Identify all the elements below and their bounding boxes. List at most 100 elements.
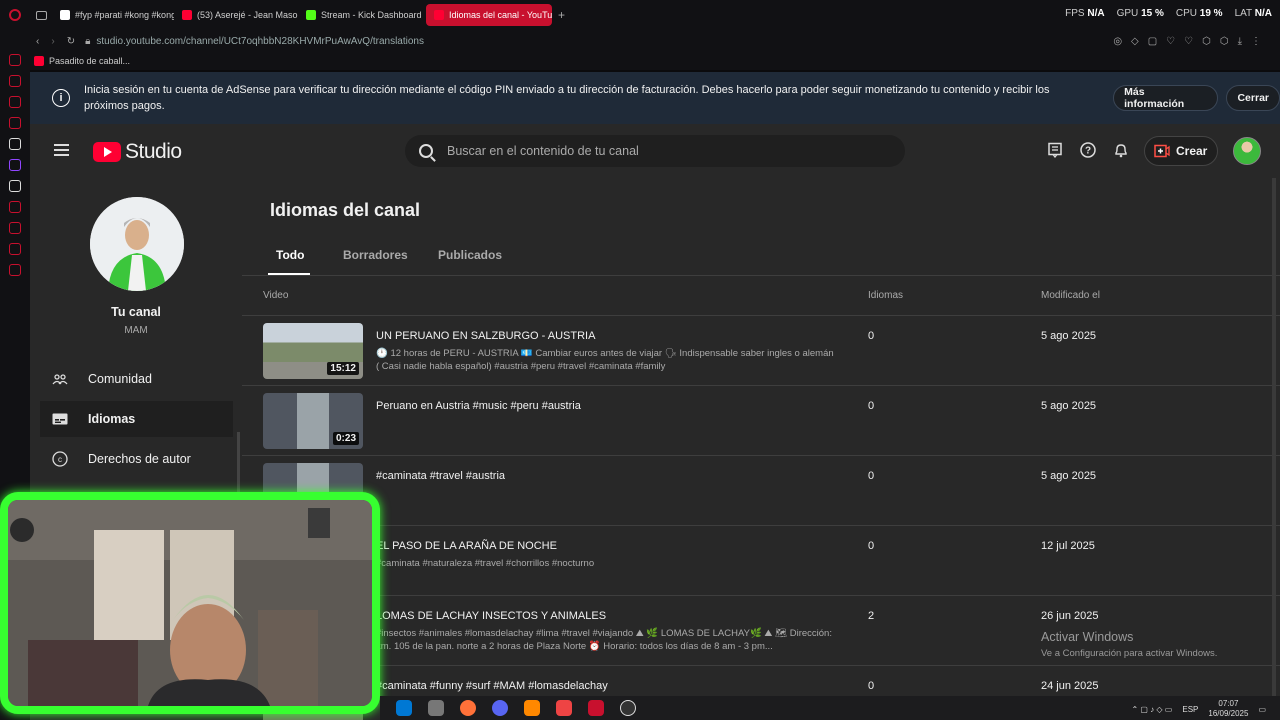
- close-banner-button[interactable]: Cerrar: [1226, 85, 1280, 111]
- channel-avatar[interactable]: [90, 197, 184, 291]
- tab-label: #fyp #parati #kong #kong: [75, 10, 174, 20]
- video-thumbnail[interactable]: 0:23: [263, 393, 363, 449]
- video-title[interactable]: #caminata #funny #surf #MAM #lomasdelach…: [376, 680, 608, 692]
- sidebar-item-derechos-de-autor[interactable]: c Derechos de autor: [40, 441, 233, 477]
- twitch-icon[interactable]: [9, 159, 21, 171]
- lock-icon: 🔒︎: [85, 35, 91, 47]
- notifications-icon[interactable]: [1113, 142, 1129, 158]
- cpu-label: CPU: [1175, 8, 1197, 19]
- feedback-icon[interactable]: [1047, 142, 1063, 158]
- browser-tab-4-active[interactable]: Idiomas del canal - YouTu: [426, 4, 552, 26]
- create-video-icon: [1154, 144, 1170, 158]
- lat-label: LAT: [1234, 8, 1252, 19]
- messenger-icon[interactable]: [9, 75, 21, 87]
- explorer-icon[interactable]: [428, 700, 444, 716]
- opera-logo-icon[interactable]: [0, 9, 30, 21]
- video-title[interactable]: EL PASO DE LA ARAÑA DE NOCHE: [376, 540, 557, 552]
- adsense-banner: i Inicia sesión en tu cuenta de AdSense …: [30, 72, 1280, 124]
- video-title[interactable]: #caminata #travel #austria: [376, 470, 505, 482]
- browser-tab-2[interactable]: (53) Aserejé - Jean Maso: [174, 4, 298, 26]
- sidebar-item-label: Idiomas: [88, 412, 136, 426]
- clock-date: 16/09/2025: [1208, 709, 1249, 718]
- reload-icon[interactable]: ↻: [67, 36, 75, 47]
- youtube-play-icon: [93, 142, 121, 162]
- workspace-icon[interactable]: [9, 96, 21, 108]
- outlook-icon[interactable]: [396, 700, 412, 716]
- sidebar-item-comunidad[interactable]: Comunidad: [40, 361, 233, 397]
- language-indicator[interactable]: ESP: [1182, 705, 1198, 714]
- column-header-modified[interactable]: Modificado el: [1041, 290, 1100, 301]
- studio-header: Studio ? Crear: [30, 124, 1280, 178]
- menu-icon[interactable]: [54, 144, 69, 156]
- new-tab-icon[interactable]: +: [552, 8, 565, 22]
- modified-date: 26 jun 2025: [1041, 610, 1099, 622]
- opera-gx-icon[interactable]: [588, 700, 604, 716]
- more-info-button[interactable]: Más información: [1113, 85, 1219, 111]
- tray-icons[interactable]: ⌃ ▢ ♪ ◇ ▭: [1132, 705, 1173, 714]
- vlc-icon[interactable]: [524, 700, 540, 716]
- browser-tab-3[interactable]: Stream - Kick Dashboard: [298, 4, 426, 26]
- table-row[interactable]: 0:23 Peruano en Austria #music #peru #au…: [242, 386, 1280, 456]
- browser-tab-1[interactable]: #fyp #parati #kong #kong: [52, 4, 174, 26]
- modified-date: 12 jul 2025: [1041, 540, 1095, 552]
- tab-label: Idiomas del canal - YouTu: [449, 10, 552, 20]
- gpu-label: GPU: [1116, 8, 1139, 19]
- obs-icon[interactable]: [620, 700, 636, 716]
- video-description: #insectos #animales #lomasdelachay #lima…: [376, 628, 832, 652]
- help-icon[interactable]: ?: [1080, 142, 1096, 158]
- firefox-icon[interactable]: [460, 700, 476, 716]
- address-bar: ‹ › ↻ 🔒︎ studio.youtube.com/channel/UCt7…: [30, 30, 1280, 52]
- url-field[interactable]: studio.youtube.com/channel/UCt7oqhbbN28K…: [96, 36, 424, 47]
- aria-icon[interactable]: [9, 54, 21, 66]
- gpu-value: 15 %: [1141, 8, 1164, 19]
- create-button[interactable]: Crear: [1144, 136, 1218, 166]
- clock[interactable]: 07:07 16/09/2025: [1208, 699, 1248, 719]
- tab-todo[interactable]: Todo: [276, 248, 304, 262]
- table-row[interactable]: EL PASO DE LA ARAÑA DE NOCHE #caminata #…: [242, 526, 1280, 596]
- account-avatar[interactable]: [1233, 137, 1261, 165]
- tab-manager-icon[interactable]: [30, 10, 52, 20]
- youtube-studio-logo[interactable]: Studio: [93, 140, 182, 164]
- video-duration: 0:23: [332, 432, 359, 445]
- kick-icon: [306, 10, 316, 20]
- search-icon: [419, 144, 433, 158]
- table-row[interactable]: #caminata #travel #austria 0 5 ago 2025: [242, 456, 1280, 526]
- arc-icon[interactable]: [9, 138, 21, 150]
- video-title[interactable]: Peruano en Austria #music #peru #austria: [376, 400, 581, 412]
- forward-icon[interactable]: ›: [51, 36, 54, 47]
- bookmark-item[interactable]: Pasadito de caball...: [49, 56, 130, 66]
- x-icon[interactable]: [9, 180, 21, 192]
- system-tray: ⌃ ▢ ♪ ◇ ▭ ESP 07:07 16/09/2025 ▭: [1132, 699, 1267, 719]
- settings-icon[interactable]: [9, 264, 21, 276]
- column-header-languages[interactable]: Idiomas: [868, 290, 903, 301]
- sidebar-scrollbar[interactable]: [237, 432, 240, 492]
- sidebar-item-idiomas[interactable]: Idiomas: [40, 401, 233, 437]
- back-icon[interactable]: ‹: [36, 36, 39, 47]
- video-title[interactable]: UN PERUANO EN SALZBURGO - AUSTRIA: [376, 330, 595, 342]
- table-row[interactable]: 15:12 UN PERUANO EN SALZBURGO - AUSTRIA …: [242, 316, 1280, 386]
- banner-text: Inicia sesión en tu cuenta de AdSense pa…: [83, 84, 1050, 112]
- notification-icon[interactable]: ▭: [1258, 705, 1266, 714]
- player-icon[interactable]: [9, 201, 21, 213]
- video-title[interactable]: LOMAS DE LACHAY INSECTOS Y ANIMALES: [376, 610, 606, 622]
- channel-name: MAM: [124, 325, 148, 336]
- column-header-video: Video: [263, 290, 289, 301]
- search-input[interactable]: [447, 144, 867, 158]
- tab-publicados[interactable]: Publicados: [438, 248, 502, 262]
- search-bar[interactable]: [405, 135, 905, 167]
- browser-tab-bar: #fyp #parati #kong #kong (53) Aserejé - …: [0, 0, 1280, 30]
- subtitles-icon: [52, 413, 68, 425]
- modified-date: 24 jun 2025: [1041, 680, 1099, 692]
- discord-icon[interactable]: [492, 700, 508, 716]
- tab-borradores[interactable]: Borradores: [343, 248, 408, 262]
- instagram-icon[interactable]: [9, 117, 21, 129]
- webcam-overlay: [0, 492, 380, 714]
- video-thumbnail[interactable]: 15:12: [263, 323, 363, 379]
- app-icon[interactable]: [556, 700, 572, 716]
- history-icon[interactable]: [9, 222, 21, 234]
- modified-date: 5 ago 2025: [1041, 470, 1097, 482]
- main-scrollbar[interactable]: [1272, 178, 1276, 720]
- toolbar-extension-icons[interactable]: ◎◇▢♡♡⬡⬡⤓⋮: [1113, 36, 1270, 47]
- youtube-icon: [182, 10, 192, 20]
- extensions-icon[interactable]: [9, 243, 21, 255]
